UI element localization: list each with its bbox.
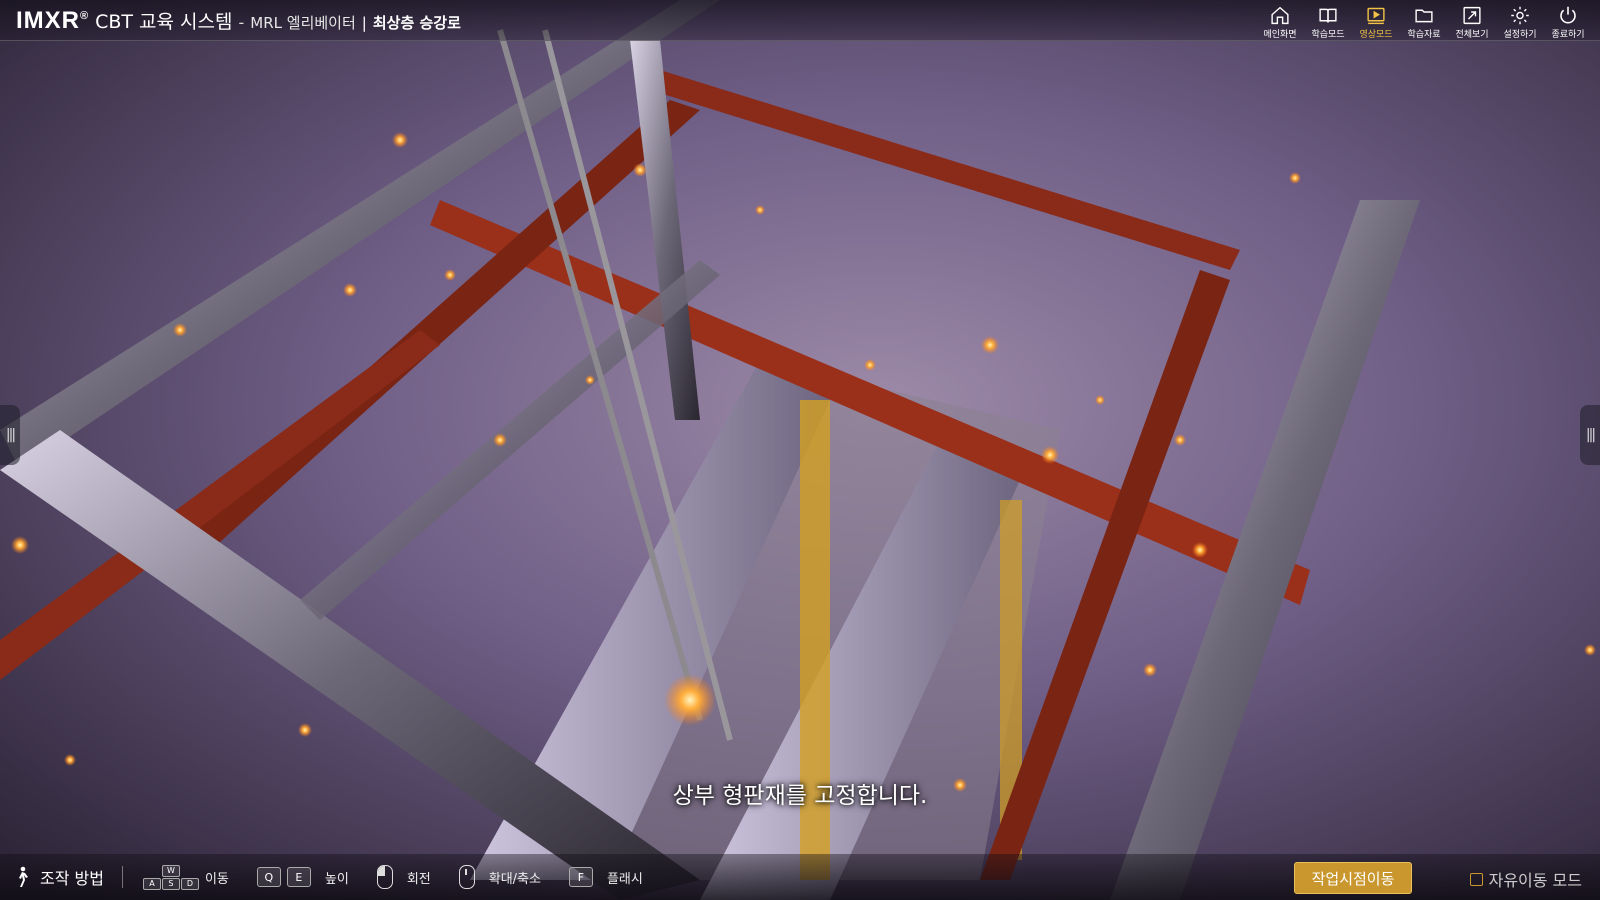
free-move-label: 자유이동 모드 <box>1488 871 1582 890</box>
bottom-bar: 조작 방법 W A S D 이동 Q E 높이 회전 확대/축소 F 플래시 작… <box>0 854 1600 900</box>
grip-icon: ||| <box>5 427 16 443</box>
control-move: W A S D 이동 <box>142 864 229 890</box>
free-move-checkbox[interactable] <box>1469 872 1483 886</box>
controls-title: 조작 방법 <box>14 865 104 889</box>
control-height: Q E 높이 <box>256 867 349 887</box>
walking-person-icon <box>19 866 28 887</box>
menu-exit[interactable]: 종료하기 <box>1544 2 1592 40</box>
app-name: CBT 교육 시스템 <box>95 11 233 33</box>
power-icon <box>1560 6 1576 24</box>
menu-settings[interactable]: 설정하기 <box>1496 2 1544 40</box>
video-icon <box>1367 7 1385 25</box>
key-s: S <box>161 877 180 890</box>
mouse-wheel-icon <box>458 865 475 889</box>
work-view-button[interactable]: 작업시점이동 <box>1294 862 1412 894</box>
key-q: Q <box>256 867 281 887</box>
main-menu: 메인화면 학습모드 영상모드 학습자료 전체보기 설정하기 종료하기 <box>1256 2 1592 40</box>
menu-materials[interactable]: 학습자료 <box>1400 2 1448 40</box>
fullscreen-icon <box>1463 6 1481 25</box>
mouse-left-icon <box>376 865 393 889</box>
stage-name: 최상층 승강로 <box>372 14 461 32</box>
folder-icon <box>1415 9 1433 23</box>
gear-icon <box>1511 6 1529 25</box>
key-e: E <box>286 867 311 887</box>
wasd-keys: W A S D <box>142 864 199 890</box>
key-d: D <box>180 877 199 890</box>
key-w: W <box>161 864 180 877</box>
app-title: IMXR® CBT 교육 시스템 - MRL 엘리베이터 | 최상층 승강로 <box>16 7 461 35</box>
book-icon <box>1319 8 1337 23</box>
menu-fullscreen[interactable]: 전체보기 <box>1448 2 1496 40</box>
menu-home[interactable]: 메인화면 <box>1256 2 1304 40</box>
control-rotate: 회전 <box>376 865 431 889</box>
flash-label: 플래시 <box>606 871 643 887</box>
menu-video[interactable]: 영상모드 <box>1352 2 1400 40</box>
subtitle-caption: 상부 형판재를 고정합니다. <box>672 783 928 809</box>
menu-learning[interactable]: 학습모드 <box>1304 2 1352 40</box>
controls-guide: 조작 방법 W A S D 이동 Q E 높이 회전 확대/축소 F 플래시 <box>14 864 671 890</box>
grip-icon: ||| <box>1585 427 1596 443</box>
key-a: A <box>142 877 161 890</box>
control-flash: F 플래시 <box>568 867 643 887</box>
move-label: 이동 <box>204 871 229 887</box>
left-panel-handle[interactable]: ||| <box>0 405 20 465</box>
right-panel-handle[interactable]: ||| <box>1580 405 1600 465</box>
divider <box>121 866 123 888</box>
title-separator: - <box>238 13 245 32</box>
title-divider: | <box>361 14 367 32</box>
home-icon <box>1271 6 1289 25</box>
zoom-label: 확대/축소 <box>488 871 541 887</box>
rotate-label: 회전 <box>406 871 431 887</box>
height-label: 높이 <box>324 871 349 887</box>
course-name: MRL 엘리베이터 <box>250 14 356 32</box>
top-bar: IMXR® CBT 교육 시스템 - MRL 엘리베이터 | 최상층 승강로 메… <box>0 0 1600 41</box>
scene-viewport[interactable] <box>0 0 1600 900</box>
key-f: F <box>568 867 593 887</box>
control-zoom: 확대/축소 <box>458 865 541 889</box>
logo: IMXR® <box>16 7 90 34</box>
free-move-toggle[interactable]: 자유이동 모드 <box>1469 867 1582 891</box>
